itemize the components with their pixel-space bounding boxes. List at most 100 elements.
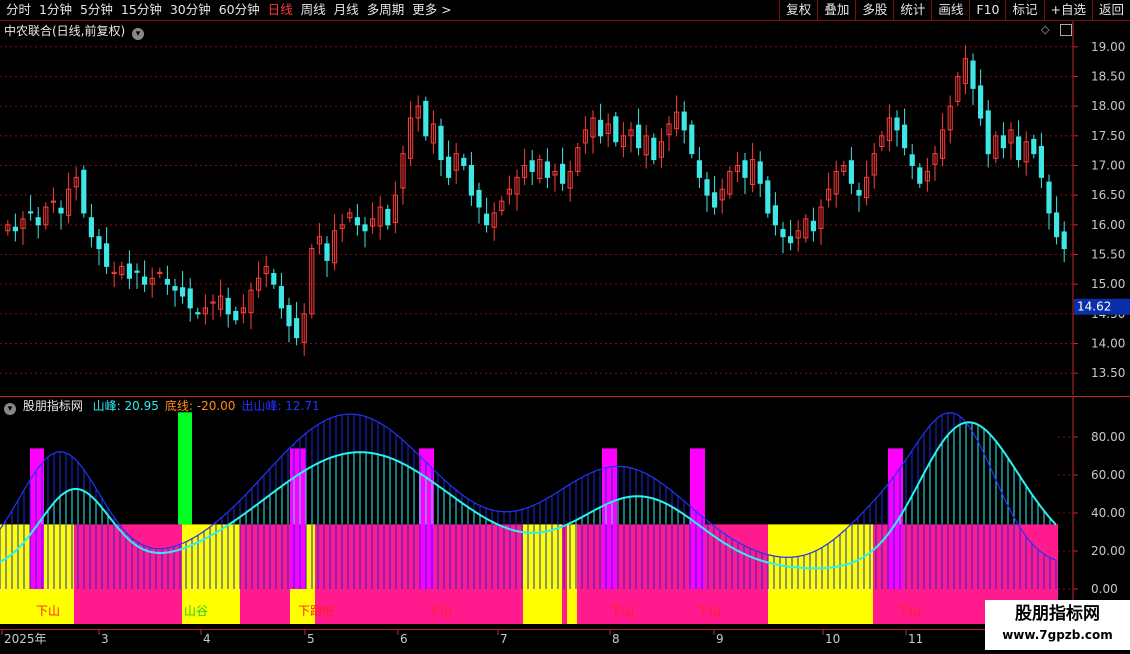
indicator-name: 股朋指标网	[22, 399, 83, 413]
candle-body	[180, 287, 186, 297]
y-tick-label: 18.50	[1091, 69, 1125, 83]
period-tab-6[interactable]: 日线	[264, 1, 297, 19]
period-tab-5[interactable]: 60分钟	[215, 1, 264, 19]
indicator-value-1: 底线: -20.00	[164, 399, 236, 413]
period-tab-10[interactable]: 更多 >	[408, 1, 455, 19]
watermark: 股朋指标网 www.7gpzb.com	[985, 600, 1130, 650]
toolbar-action-5[interactable]: F10	[969, 0, 1005, 20]
x-tick-label: 4	[203, 632, 211, 646]
phase-label: 下山	[428, 604, 452, 618]
candle-body	[438, 125, 444, 161]
candle-body	[1031, 138, 1037, 155]
candle-body	[651, 137, 657, 161]
candle-body	[909, 154, 915, 166]
x-tick-label: 7	[500, 632, 508, 646]
toolbar-action-1[interactable]: 叠加	[817, 0, 855, 20]
candle-body	[187, 288, 193, 309]
chevron-down-icon[interactable]: ▾	[132, 28, 145, 40]
y-tick-label: 16.00	[1091, 218, 1125, 232]
watermark-url: www.7gpzb.com	[1002, 628, 1113, 642]
price-panel[interactable]: 19.00 18.50 18.00 17.50 17.00 16.50 16.00 15.50…	[0, 21, 1130, 395]
candle-body	[233, 310, 239, 321]
indicator-value-2: 出山峰: 12.71	[241, 399, 320, 413]
toolbar-action-8[interactable]: 返回	[1091, 0, 1130, 20]
x-tick-label: 5	[307, 632, 315, 646]
y-tick-label: 15.00	[1091, 277, 1125, 291]
candle-body	[476, 189, 482, 208]
candle-body	[613, 116, 619, 143]
period-tab-9[interactable]: 多周期	[363, 1, 409, 19]
candle-body	[1000, 135, 1006, 149]
stock-title-row: 中农联合(日线,前复权) ▾	[4, 22, 145, 40]
candle-body	[765, 180, 771, 214]
x-tick-label: 6	[400, 632, 408, 646]
candle-body	[324, 243, 330, 261]
y-tick-label: 19.00	[1091, 40, 1125, 54]
candle-body	[172, 286, 178, 291]
panel-toggle-icon[interactable]	[1060, 24, 1072, 36]
candle-body	[598, 119, 604, 137]
chevron-down-icon[interactable]: ▾	[4, 403, 16, 415]
indicator-value-0: 山峰: 20.95	[92, 399, 159, 413]
period-tab-0[interactable]: 分时	[2, 1, 35, 19]
candle-body	[544, 161, 550, 178]
candle-body	[195, 312, 201, 315]
period-toolbar: 分时 1分钟 5分钟 15分钟 30分钟 60分钟 日线 周线 月线 多周期 更多 > 复权 叠加 多股…	[0, 0, 1130, 21]
x-tick-label: 2025年	[4, 632, 47, 646]
candle-body	[1054, 212, 1060, 238]
toolbar-actions: 复权 叠加 多股 统计 画线 F10 标记 +自选 返回	[779, 0, 1130, 20]
candle-body	[757, 161, 763, 184]
phase-band	[768, 524, 873, 624]
x-tick-label: 3	[101, 632, 109, 646]
candle-body	[278, 286, 284, 309]
period-tab-4[interactable]: 30分钟	[166, 1, 215, 19]
period-tab-2[interactable]: 5分钟	[76, 1, 117, 19]
x-tick-label: 8	[612, 632, 620, 646]
period-tab-8[interactable]: 月线	[330, 1, 363, 19]
y-tick-label: 14.00	[1091, 337, 1125, 351]
candle-body	[96, 236, 102, 250]
candle-body	[1038, 146, 1044, 178]
candle-body	[385, 208, 391, 226]
x-tick-label: 11	[908, 632, 923, 646]
candlestick-chart[interactable]: 19.00 18.50 18.00 17.50 17.00 16.50 16.00 15.50…	[0, 21, 1130, 395]
candle-body	[286, 305, 292, 327]
toolbar-action-0[interactable]: 复权	[779, 0, 817, 20]
period-tab-7[interactable]: 周线	[297, 1, 330, 19]
indicator-title-row: ▾ 股朋指标网 山峰: 20.95 底线: -20.00 出山峰: 12.71	[4, 397, 320, 415]
toolbar-action-7[interactable]: +自选	[1043, 0, 1092, 20]
phase-label: 下山	[697, 604, 721, 618]
y-tick-label: 20.00	[1091, 544, 1125, 558]
period-tabs: 分时 1分钟 5分钟 15分钟 30分钟 60分钟 日线 周线 月线 多周期 更多 >	[2, 1, 456, 19]
green-signal-column	[178, 412, 192, 525]
period-tab-1[interactable]: 1分钟	[35, 1, 76, 19]
candle-body	[788, 236, 794, 244]
toolbar-action-3[interactable]: 统计	[893, 0, 931, 20]
y-tick-label: 18.00	[1091, 99, 1125, 113]
candle-body	[104, 243, 110, 267]
indicator-panel[interactable]: 80.00 60.00 40.00 20.00 0.00 下山 山谷 下跑吧 下山 下山 下山 下山 …	[0, 396, 1130, 628]
candle-body	[81, 169, 87, 214]
y-tick-label: 13.50	[1091, 366, 1125, 380]
candle-body	[704, 179, 710, 196]
candle-body	[88, 217, 94, 238]
candle-body	[985, 110, 991, 155]
candle-body	[484, 213, 490, 226]
candle-body	[742, 160, 748, 178]
x-tick-label: 10	[825, 632, 840, 646]
candle-body	[225, 297, 231, 315]
phase-band	[523, 524, 562, 624]
candle-body	[164, 278, 170, 285]
candle-body	[681, 111, 687, 131]
candle-body	[810, 220, 816, 232]
candle-body	[636, 124, 642, 149]
x-tick-label: 9	[716, 632, 724, 646]
candle-body	[772, 205, 778, 226]
toolbar-action-2[interactable]: 多股	[855, 0, 893, 20]
y-tick-label: 0.00	[1091, 582, 1118, 596]
toolbar-action-4[interactable]: 画线	[931, 0, 969, 20]
toolbar-action-6[interactable]: 标记	[1005, 0, 1043, 20]
indicator-chart[interactable]: 80.00 60.00 40.00 20.00 0.00 下山 山谷 下跑吧 下山 下山 下山 下山	[0, 396, 1130, 628]
period-tab-3[interactable]: 15分钟	[117, 1, 166, 19]
diamond-icon[interactable]: ◇	[1041, 23, 1049, 36]
